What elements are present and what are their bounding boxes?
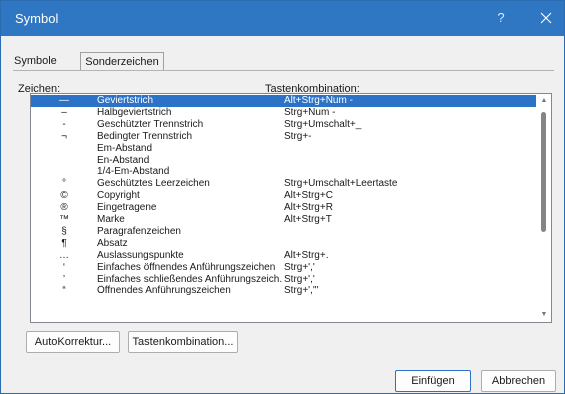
list-item-key: Alt+Strg+.: [284, 249, 329, 261]
list-item-char: …: [59, 249, 69, 261]
list-item-name: Einfaches öffnendes Anführungszeichen: [97, 261, 276, 273]
list-item[interactable]: … Auslassungspunkte Alt+Strg+.: [31, 250, 536, 262]
list-item-key: Strg+Num -: [284, 106, 336, 118]
list-item-char: –: [61, 106, 67, 118]
list-item-name: Geschützter Trennstrich: [97, 118, 204, 130]
list-item-char: —: [59, 95, 69, 106]
list-item[interactable]: 1/4-Em-Abstand: [31, 166, 536, 178]
list-item-key: Strg+',': [284, 261, 315, 273]
tab-sonderzeichen-label: Sonderzeichen: [85, 56, 159, 68]
scrollbar[interactable]: ▲ ▼: [537, 94, 551, 322]
help-button[interactable]: ?: [491, 10, 511, 25]
list-item[interactable]: ® Eingetragene Alt+Strg+R: [31, 202, 536, 214]
list-item[interactable]: ° Geschütztes Leerzeichen Strg+Umschalt+Le…: [31, 178, 536, 190]
list-item-key: Strg+Umschalt+_: [284, 118, 362, 130]
close-icon: [540, 12, 552, 24]
tastenkombination-button[interactable]: Tastenkombination...: [128, 331, 238, 353]
list-item[interactable]: ¶ Absatz: [31, 238, 536, 250]
list-item-name: Absatz: [97, 237, 128, 249]
list-item-char: °: [62, 178, 66, 190]
list-item-char: ‘: [62, 261, 66, 273]
list-item-name: Geviertstrich: [97, 95, 154, 106]
list-item-name: Copyright: [97, 190, 140, 202]
list-item-char: ¬: [61, 130, 67, 142]
scrollbar-thumb[interactable]: [541, 112, 546, 232]
list-item[interactable]: – Halbgeviertstrich Strg+Num -: [31, 107, 536, 119]
list-item[interactable]: © Copyright Alt+Strg+C: [31, 190, 536, 202]
list-item-name: Eingetragene: [97, 202, 157, 214]
list-item[interactable]: En-Abstand: [31, 155, 536, 167]
list-item[interactable]: “ Öffnendes Anführungszeichen Strg+','": [31, 285, 536, 297]
list-item-name: 1/4-Em-Abstand: [97, 166, 170, 178]
list-item-key: Alt+Strg+C: [284, 190, 333, 202]
list-item-key: Alt+Strg+T: [284, 214, 332, 225]
scroll-up-icon[interactable]: ▲: [540, 97, 548, 105]
list-item[interactable]: ¬ Bedingter Trennstrich Strg+-: [31, 131, 536, 143]
tab-symbole-label: Symbole: [14, 55, 57, 67]
list-item-name: Em-Abstand: [97, 142, 153, 154]
close-button[interactable]: [533, 6, 559, 30]
list-item-name: Halbgeviertstrich: [97, 106, 172, 118]
list-item-name: Bedingter Trennstrich: [97, 130, 193, 142]
list-item-name: Öffnendes Anführungszeichen: [97, 285, 231, 297]
list-item[interactable]: — Geviertstrich Alt+Strg+Num -: [31, 95, 536, 107]
list-item-char: ’: [62, 273, 66, 285]
list-item-name: Einfaches schließendes Anführungszeich..…: [97, 273, 283, 285]
list-item-name: Auslassungspunkte: [97, 249, 184, 261]
list-item-key: Strg+',': [284, 273, 315, 285]
list-item-key: Alt+Strg+R: [284, 202, 333, 214]
symbol-dialog: Symbol ? Symbole Sonderzeichen Zeichen: …: [0, 0, 565, 394]
list-item-char: ©: [60, 190, 68, 202]
list-item[interactable]: ’ Einfaches schließendes Anführungszeich.…: [31, 274, 536, 286]
list-item-key: Strg+Umschalt+Leertaste: [284, 178, 398, 190]
list-item-name: Paragrafenzeichen: [97, 225, 181, 237]
list-item-name: Marke: [97, 214, 125, 225]
tab-symbole[interactable]: Symbole: [14, 52, 78, 71]
dialog-title: Symbol: [15, 11, 59, 26]
list-item-key: Strg+-: [284, 130, 312, 142]
autokorrektur-button[interactable]: AutoKorrektur...: [26, 331, 120, 353]
abbrechen-button[interactable]: Abbrechen: [481, 370, 556, 392]
list-item-name: Geschütztes Leerzeichen: [97, 178, 210, 190]
einfuegen-button[interactable]: Einfügen: [395, 370, 471, 392]
title-bar: Symbol ?: [1, 1, 564, 36]
special-chars-list[interactable]: — Geviertstrich Alt+Strg+Num - – Halbgeviert…: [30, 93, 552, 323]
list-item-key: Alt+Strg+Num -: [284, 95, 353, 106]
list-item[interactable]: Em-Abstand: [31, 143, 536, 155]
scroll-down-icon[interactable]: ▼: [540, 311, 548, 319]
list-item-char: “: [62, 285, 66, 297]
list-item-char: ¶: [61, 237, 67, 249]
list-item-char: ®: [60, 202, 68, 214]
list-item[interactable]: ™ Marke Alt+Strg+T: [31, 214, 536, 226]
tab-sonderzeichen[interactable]: Sonderzeichen: [80, 52, 164, 71]
list-item-key: Strg+','": [284, 285, 319, 297]
list-item-name: En-Abstand: [97, 154, 150, 166]
list-item-char: §: [61, 225, 67, 237]
list-item-char: -: [62, 118, 66, 130]
list-item[interactable]: ‘ Einfaches öffnendes Anführungszeichen St…: [31, 262, 536, 274]
list-item[interactable]: § Paragrafenzeichen: [31, 226, 536, 238]
list-item[interactable]: - Geschützter Trennstrich Strg+Umschalt+_: [31, 119, 536, 131]
list-item-char: ™: [59, 214, 69, 225]
